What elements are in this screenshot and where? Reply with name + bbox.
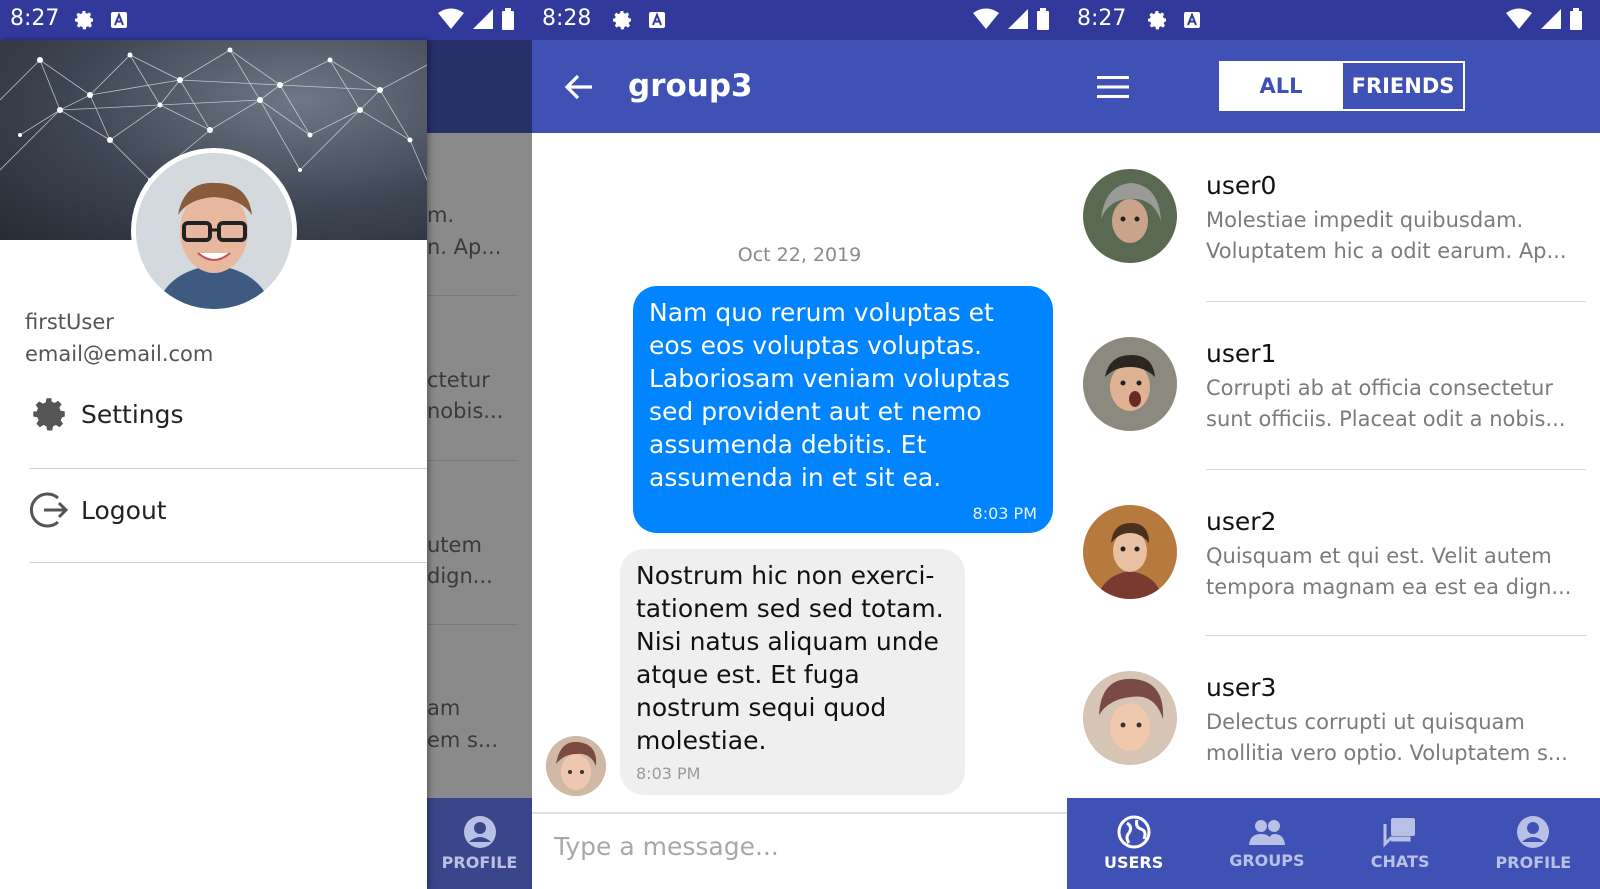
battery-icon	[1570, 8, 1582, 30]
users-app-bar: ALL FRIENDS	[1067, 40, 1600, 133]
groups-icon	[1248, 820, 1285, 845]
gear-icon	[75, 11, 93, 30]
gear-icon	[1148, 11, 1166, 30]
status-time: 8:28	[542, 6, 592, 31]
wifi-icon	[973, 8, 999, 29]
message-text: Nam quo rerum voluptas et eos eos volupt…	[649, 298, 1011, 492]
divider	[30, 562, 427, 563]
divider	[30, 468, 427, 469]
chat-screen: 8:28 group3 Oct 22, 2019 Nam quo rerum v…	[532, 0, 1067, 889]
status-bar: 8:27	[1067, 0, 1600, 40]
user-last-message: Quisquam et qui est. Velit autem tempora…	[1206, 544, 1572, 599]
user-avatar	[1083, 169, 1177, 263]
status-time: 8:27	[1077, 6, 1127, 31]
a-badge-icon	[649, 12, 665, 28]
nav-profile-item[interactable]: PROFILE	[427, 798, 532, 889]
divider	[427, 624, 518, 625]
divider	[427, 295, 518, 296]
nav-users[interactable]: USERS	[1067, 798, 1200, 889]
profile-icon	[1517, 816, 1550, 848]
message-time: 8:03 PM	[972, 504, 1037, 523]
user-avatar	[1083, 505, 1177, 599]
user-last-message: Corrupti ab at officia consectetur sunt …	[1206, 376, 1566, 431]
all-friends-toggle: ALL FRIENDS	[1219, 61, 1465, 111]
user-list-item[interactable]: user3 Delectus corrupti ut quisquam moll…	[1067, 635, 1600, 803]
fragment-text: ctetur	[427, 368, 490, 392]
profile-icon	[463, 816, 496, 848]
wifi-icon	[438, 8, 464, 29]
fragment-text: dign...	[427, 564, 493, 588]
status-bar: 8:28	[532, 0, 1067, 40]
user-avatar	[1083, 337, 1177, 431]
sender-avatar[interactable]	[546, 736, 606, 796]
user-name: user3	[1206, 673, 1277, 702]
gear-icon	[613, 11, 631, 30]
chats-icon	[1383, 818, 1416, 848]
back-arrow-icon[interactable]	[562, 70, 596, 104]
fragment-text: m.	[427, 203, 455, 227]
logout-icon	[29, 492, 69, 528]
bottom-navigation: USERS GROUPS CHATS PROFILE	[1067, 798, 1600, 889]
nav-label: PROFILE	[1495, 853, 1572, 872]
battery-icon	[502, 8, 514, 30]
user-list-item[interactable]: user1 Corrupti ab at officia consectetur…	[1067, 301, 1600, 469]
status-time: 8:27	[10, 6, 60, 31]
date-separator: Oct 22, 2019	[737, 244, 862, 266]
drawer-item-logout[interactable]: Logout	[0, 470, 427, 550]
nav-groups[interactable]: GROUPS	[1200, 798, 1333, 889]
chat-title: group3	[628, 68, 753, 104]
divider	[427, 460, 518, 461]
nav-label: USERS	[1103, 853, 1164, 872]
users-screen: 8:27 ALL FRIENDS user0 Molestiae impedit…	[1067, 0, 1600, 889]
message-input[interactable]	[554, 832, 1034, 861]
fragment-text: utem	[427, 533, 482, 557]
drawer-item-label: Settings	[81, 399, 184, 429]
user-last-message: Delectus corrupti ut quisquam mollitia v…	[1206, 710, 1568, 765]
navigation-drawer: firstUser email@email.com Settings Logou…	[0, 40, 427, 889]
message-time: 8:03 PM	[636, 764, 701, 783]
message-composer	[532, 812, 1067, 889]
fragment-text: n. Ap...	[427, 235, 502, 259]
user-name: user1	[1206, 339, 1277, 368]
message-text: Nostrum hic non exerci-tationem sed sed …	[636, 561, 944, 755]
signal-icon	[1008, 9, 1028, 29]
nav-label: GROUPS	[1229, 851, 1305, 870]
user-list-item[interactable]: user2 Quisquam et qui est. Velit autem t…	[1067, 469, 1600, 637]
profile-avatar[interactable]	[131, 148, 297, 314]
signal-icon	[473, 9, 493, 29]
chat-app-bar: group3	[532, 40, 1067, 133]
menu-icon[interactable]	[1097, 76, 1129, 98]
user-list-item[interactable]: user0 Molestiae impedit quibusdam. Volup…	[1067, 133, 1600, 301]
user-last-message: Molestiae impedit quibusdam. Voluptatem …	[1206, 208, 1567, 263]
nav-label: PROFILE	[441, 853, 518, 872]
user-name: user0	[1206, 171, 1277, 200]
a-badge-icon	[1184, 12, 1200, 28]
drawer-username: firstUser	[25, 310, 114, 334]
nav-label: CHATS	[1370, 852, 1430, 871]
fragment-text: nobis...	[427, 399, 504, 423]
user-avatar	[1083, 671, 1177, 765]
toggle-friends-button[interactable]: FRIENDS	[1341, 63, 1463, 109]
fragment-text: am	[427, 696, 461, 720]
battery-icon	[1037, 8, 1049, 30]
user-name: user2	[1206, 507, 1277, 536]
nav-chats[interactable]: CHATS	[1334, 798, 1467, 889]
wifi-icon	[1506, 8, 1532, 29]
globe-icon	[1117, 815, 1151, 849]
drawer-email: email@email.com	[25, 342, 214, 366]
signal-icon	[1541, 9, 1561, 29]
message-bubble-outgoing[interactable]: Nam quo rerum voluptas et eos eos volupt…	[633, 286, 1053, 533]
a-badge-icon	[111, 12, 127, 28]
fragment-text: em s...	[427, 728, 499, 752]
toggle-all-button[interactable]: ALL	[1221, 63, 1341, 109]
drawer-screen: 8:27 m. n. Ap... ctetur nobis... utem di…	[0, 0, 532, 889]
gear-icon	[33, 398, 65, 431]
drawer-item-settings[interactable]: Settings	[0, 374, 427, 454]
nav-profile[interactable]: PROFILE	[1467, 798, 1600, 889]
message-bubble-incoming[interactable]: Nostrum hic non exerci-tationem sed sed …	[620, 549, 965, 795]
drawer-item-label: Logout	[81, 495, 167, 525]
status-bar: 8:27	[0, 0, 532, 40]
